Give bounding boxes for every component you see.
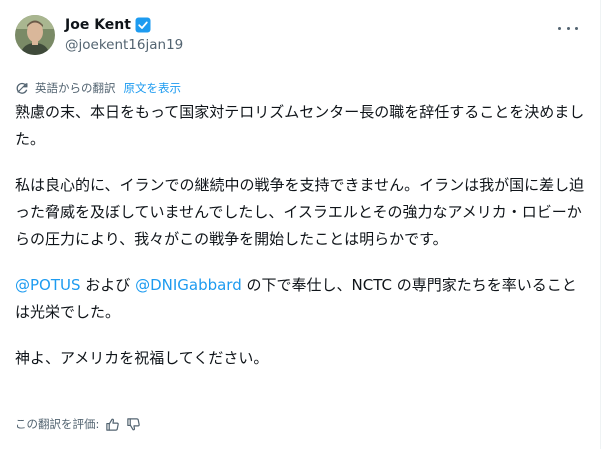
rate-translation-bar: この翻訳を評価: [15, 415, 141, 433]
tweet-card: Joe Kent @joekent16jan19 英語からの翻訳 原文を表示 熟… [0, 0, 601, 449]
translation-bar: 英語からの翻訳 原文を表示 [15, 79, 181, 97]
thumbs-down-icon[interactable] [126, 417, 141, 432]
avatar-photo-icon [15, 15, 55, 55]
name-row: Joe Kent [65, 15, 183, 35]
more-dot [566, 26, 570, 30]
show-original-link[interactable]: 原文を表示 [124, 80, 182, 96]
handle[interactable]: @joekent16jan19 [65, 35, 183, 55]
more-dot [558, 26, 561, 30]
verified-badge-icon[interactable] [135, 17, 151, 33]
tweet-text: 熟慮の末、本日をもって国家対テロリズムセンター長の職を辞任することを決めました。… [15, 99, 585, 391]
tweet-paragraph: @POTUS および @DNIGabbard の下で奉仕し、NCTC の専門家た… [15, 272, 585, 326]
tweet-text-fragment: および [80, 276, 136, 294]
rate-translation-label: この翻訳を評価: [15, 417, 100, 431]
tweet-paragraph: 私は良心的に、イランでの継続中の戦争を支持できません。イランは我が国に差し迫った… [15, 176, 585, 248]
tweet-header: Joe Kent @joekent16jan19 [15, 15, 183, 55]
author-names: Joe Kent @joekent16jan19 [65, 15, 183, 55]
translated-from-label: 英語からの翻訳 [35, 81, 116, 95]
translate-icon [16, 82, 28, 94]
tweet-paragraph: 神よ、アメリカを祝福してください。 [15, 349, 269, 367]
avatar[interactable] [15, 15, 55, 55]
more-options-icon[interactable] [558, 22, 578, 34]
mention-link[interactable]: @POTUS [15, 276, 81, 294]
more-dot [575, 26, 578, 30]
mention-link[interactable]: @DNIGabbard [135, 276, 242, 294]
thumbs-up-icon[interactable] [105, 417, 120, 432]
display-name[interactable]: Joe Kent [65, 17, 131, 33]
tweet-paragraph: 熟慮の末、本日をもって国家対テロリズムセンター長の職を辞任することを決めました。 [15, 103, 585, 148]
